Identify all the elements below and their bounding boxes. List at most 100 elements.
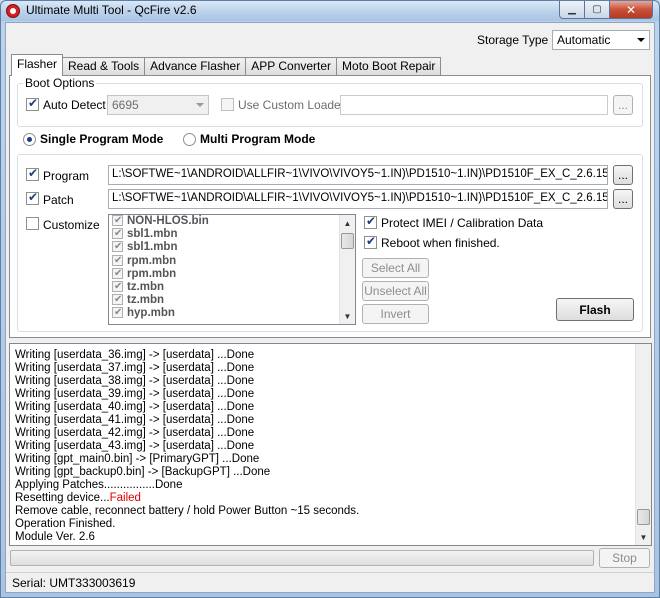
partition-checkbox[interactable] — [112, 293, 123, 306]
log-line: Applying Patches................Done — [15, 479, 183, 491]
protect-imei-checkbox[interactable] — [364, 214, 377, 229]
multi-program-mode-label: Multi Program Mode — [200, 132, 316, 146]
serial-number: Serial: UMT333003619 — [12, 576, 136, 590]
flash-button[interactable]: Flash — [556, 298, 634, 321]
list-item[interactable]: NON-HLOS.bin — [109, 215, 355, 228]
log-line: Writing [userdata_43.img] -> [userdata] … — [15, 440, 255, 452]
patch-path-field[interactable]: L:\SOFTWE~1\ANDROID\ALLFIR~1\VIVO\VIVOY5… — [108, 189, 608, 209]
log-output[interactable]: Writing [userdata_36.img] -> [userdata] … — [9, 343, 652, 546]
partition-checkbox[interactable] — [112, 306, 123, 319]
auto-detect-checkbox[interactable] — [26, 96, 39, 111]
list-item[interactable]: sbl1.mbn — [109, 240, 355, 254]
partition-checkbox[interactable] — [112, 280, 123, 293]
chevron-down-icon — [196, 103, 204, 107]
multi-program-mode-radio[interactable] — [183, 133, 196, 146]
reboot-when-finished-label: Reboot when finished. — [381, 236, 500, 250]
close-icon: ✕ — [625, 2, 637, 17]
chip-value: 6695 — [112, 98, 139, 112]
single-program-mode-label: Single Program Mode — [40, 132, 164, 146]
list-item[interactable]: hyp.mbn — [109, 306, 355, 320]
chip-select[interactable]: 6695 — [107, 95, 209, 115]
storage-type-label: Storage Type — [477, 33, 549, 47]
invert-button[interactable]: Invert — [362, 304, 429, 324]
log-line: Writing [userdata_42.img] -> [userdata] … — [15, 427, 255, 439]
minimize-icon: ▁ — [568, 4, 576, 15]
list-item[interactable]: sbl1.mbn — [109, 227, 355, 241]
list-item[interactable]: rpm.mbn — [109, 254, 355, 268]
program-label: Program — [43, 169, 90, 183]
log-line: Writing [userdata_39.img] -> [userdata] … — [15, 388, 255, 400]
custom-loader-checkbox[interactable] — [221, 98, 234, 111]
patch-label: Patch — [43, 193, 74, 207]
log-line: Writing [userdata_41.img] -> [userdata] … — [15, 414, 255, 426]
program-path-field[interactable]: L:\SOFTWE~1\ANDROID\ALLFIR~1\VIVO\VIVOY5… — [108, 165, 608, 185]
log-line: Module Ver. 2.6 — [15, 531, 95, 543]
client-area: Storage Type Automatic Flasher Read & To… — [5, 22, 655, 593]
scroll-down-icon[interactable]: ▼ — [636, 529, 651, 545]
auto-detect-label: Auto Detect — [43, 98, 106, 112]
status-bar: Serial: UMT333003619 — [6, 572, 654, 592]
tab-flasher[interactable]: Flasher — [11, 54, 64, 76]
storage-type-select[interactable]: Automatic — [552, 30, 650, 50]
log-line: Writing [userdata_38.img] -> [userdata] … — [15, 375, 255, 387]
partition-list[interactable]: NON-HLOS.bin sbl1.mbn sbl1.mbn rpm.mbn r… — [108, 214, 356, 325]
scroll-down-icon[interactable]: ▼ — [340, 308, 355, 324]
partition-checkbox[interactable] — [112, 227, 123, 240]
log-line: Writing [userdata_36.img] -> [userdata] … — [15, 349, 255, 361]
partition-checkbox[interactable] — [112, 240, 123, 253]
log-line: Writing [userdata_37.img] -> [userdata] … — [15, 362, 255, 374]
partition-checkbox[interactable] — [112, 267, 123, 280]
custom-loader-browse-button[interactable]: ... — [613, 95, 633, 115]
single-program-mode-radio[interactable] — [23, 133, 36, 146]
patch-browse-button[interactable]: ... — [613, 189, 633, 209]
partition-checkbox[interactable] — [112, 254, 123, 267]
log-text: Resetting device... — [15, 492, 110, 504]
custom-loader-path[interactable] — [340, 95, 608, 115]
minimize-button[interactable]: ▁ — [559, 1, 585, 19]
tab-moto-boot-repair[interactable]: Moto Boot Repair — [336, 57, 442, 76]
maximize-button[interactable]: ▢ — [585, 1, 610, 19]
close-button[interactable]: ✕ — [610, 1, 653, 19]
boot-options-title: Boot Options — [23, 76, 97, 90]
qcfire-app-icon — [6, 4, 20, 18]
log-status-failed: Failed — [109, 492, 141, 504]
log-scrollbar[interactable]: ▼ — [635, 344, 651, 545]
protect-imei-label: Protect IMEI / Calibration Data — [381, 216, 544, 230]
log-line: Remove cable, reconnect battery / hold P… — [15, 505, 360, 517]
window-title: Ultimate Multi Tool - QcFire v2.6 — [26, 3, 197, 17]
chevron-down-icon — [637, 38, 645, 42]
tab-advance-flasher[interactable]: Advance Flasher — [144, 57, 247, 76]
log-line: Writing [userdata_40.img] -> [userdata] … — [15, 401, 255, 413]
customize-label: Customize — [43, 218, 100, 232]
tab-strip: Flasher Read & Tools Advance Flasher APP… — [11, 54, 442, 76]
list-item[interactable]: tz.mbn — [109, 280, 355, 294]
reboot-when-finished-checkbox[interactable] — [364, 234, 377, 249]
program-browse-button[interactable]: ... — [613, 165, 633, 185]
stop-button[interactable]: Stop — [599, 548, 650, 568]
list-item[interactable]: rpm.mbn — [109, 267, 355, 281]
app-window: Ultimate Multi Tool - QcFire v2.6 ▁ ▢ ✕ … — [0, 0, 660, 598]
scroll-up-icon[interactable]: ▲ — [340, 215, 355, 231]
log-line: Writing [gpt_main0.bin] -> [PrimaryGPT] … — [15, 453, 260, 465]
scroll-thumb[interactable] — [341, 233, 354, 249]
storage-type-value: Automatic — [557, 33, 611, 47]
customize-checkbox[interactable] — [26, 217, 39, 230]
program-checkbox[interactable] — [26, 166, 39, 181]
partition-list-scrollbar[interactable]: ▲ ▼ — [339, 215, 355, 324]
patch-checkbox[interactable] — [26, 190, 39, 205]
tab-app-converter[interactable]: APP Converter — [245, 57, 338, 76]
progress-bar — [10, 550, 594, 566]
select-all-button[interactable]: Select All — [362, 258, 429, 278]
caption-buttons: ▁ ▢ ✕ — [559, 1, 653, 19]
tab-read-tools[interactable]: Read & Tools — [62, 57, 146, 76]
list-item[interactable]: tz.mbn — [109, 293, 355, 307]
log-line: Operation Finished. — [15, 518, 116, 530]
custom-loader-label: Use Custom Loader — [238, 98, 345, 112]
log-line: Writing [gpt_backup0.bin] -> [BackupGPT]… — [15, 466, 271, 478]
unselect-all-button[interactable]: Unselect All — [362, 281, 429, 301]
log-line: Resetting device...Failed — [15, 492, 141, 504]
title-bar[interactable]: Ultimate Multi Tool - QcFire v2.6 ▁ ▢ ✕ — [1, 1, 659, 21]
partition-checkbox[interactable] — [112, 215, 123, 227]
maximize-icon: ▢ — [592, 4, 602, 15]
scroll-thumb[interactable] — [637, 509, 650, 525]
